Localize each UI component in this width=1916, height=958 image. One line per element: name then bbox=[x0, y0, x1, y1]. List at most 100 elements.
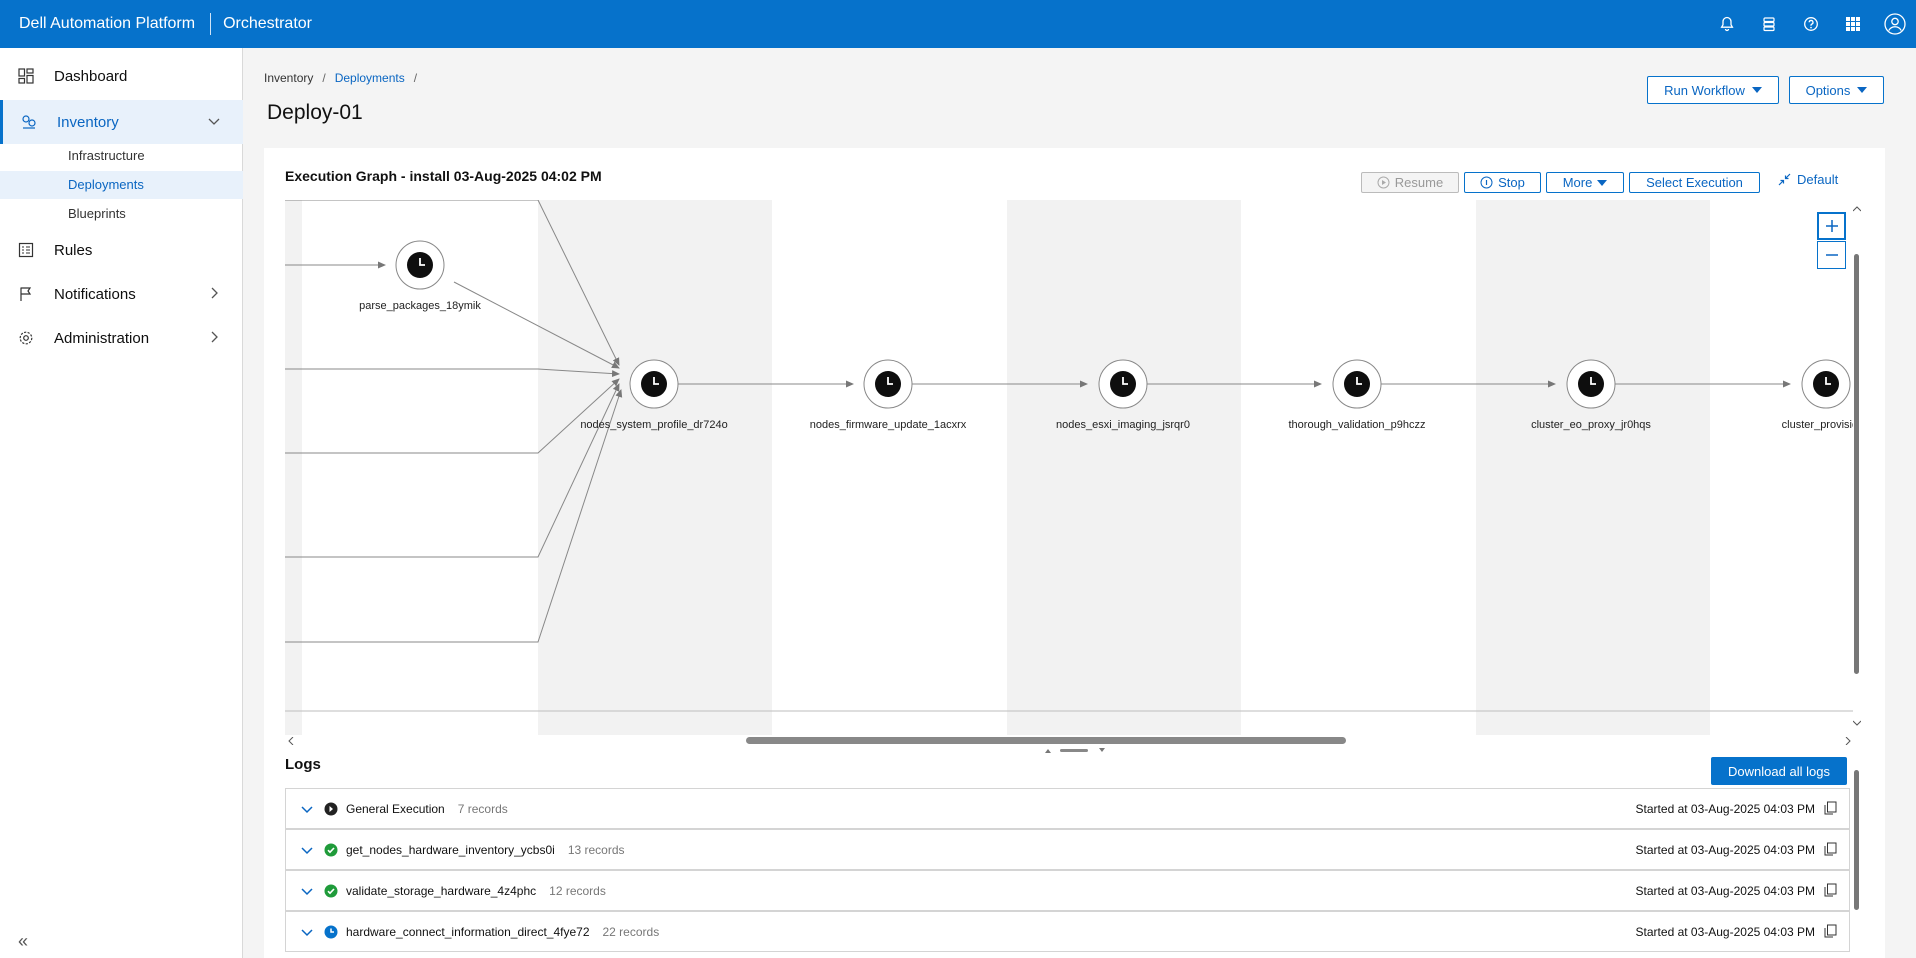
default-view-label: Default bbox=[1797, 172, 1839, 187]
scroll-up-icon bbox=[1853, 206, 1861, 212]
column-band bbox=[538, 200, 772, 735]
select-execution-button[interactable]: Select Execution bbox=[1629, 172, 1760, 193]
log-row[interactable]: get_nodes_hardware_inventory_ycbs0i 13 r… bbox=[285, 829, 1850, 870]
header-actions bbox=[1706, 0, 1916, 48]
dashboard-icon bbox=[18, 68, 34, 84]
chevron-down-icon[interactable] bbox=[300, 802, 314, 816]
node-label: cluster_eo_proxy_jr0hqs bbox=[1531, 419, 1651, 431]
sidebar: Dashboard Inventory Infrastructure Deplo… bbox=[0, 48, 243, 958]
chevron-down-icon[interactable] bbox=[300, 925, 314, 939]
scrollbar-thumb[interactable] bbox=[1854, 254, 1859, 674]
collapse-sidebar-icon[interactable]: « bbox=[18, 931, 28, 952]
sidebar-item-label: Dashboard bbox=[54, 67, 128, 85]
graph-node-parse-packages[interactable] bbox=[395, 240, 445, 290]
log-record-count: 13 records bbox=[567, 842, 625, 857]
sidebar-item-administration[interactable]: Administration bbox=[0, 316, 243, 360]
execution-graph[interactable]: parse_packages_18ymik nodes_system_profi… bbox=[285, 200, 1853, 735]
node-label: nodes_esxi_imaging_jsrqr0 bbox=[1056, 419, 1190, 431]
play-icon bbox=[1377, 176, 1390, 189]
sidebar-item-label: Inventory bbox=[57, 113, 119, 131]
column-band bbox=[1476, 200, 1710, 735]
node-label: nodes_firmware_update_1acxrx bbox=[809, 419, 967, 431]
breadcrumb-separator: / bbox=[322, 71, 326, 85]
graph-vertical-scrollbar[interactable] bbox=[1853, 206, 1861, 726]
chevron-down-icon[interactable] bbox=[300, 884, 314, 898]
bell-icon[interactable] bbox=[1706, 0, 1748, 48]
sidebar-item-notifications[interactable]: Notifications bbox=[0, 272, 243, 316]
graph-canvas bbox=[285, 200, 1853, 735]
run-workflow-button[interactable]: Run Workflow bbox=[1647, 76, 1779, 104]
scroll-left-icon bbox=[288, 737, 294, 745]
download-all-logs-button[interactable]: Download all logs bbox=[1711, 757, 1847, 785]
default-view-button[interactable]: Default bbox=[1778, 172, 1838, 187]
caret-down-icon bbox=[1597, 179, 1608, 186]
copy-icon[interactable] bbox=[1824, 883, 1837, 897]
options-button[interactable]: Options bbox=[1789, 76, 1884, 104]
stop-icon bbox=[1480, 176, 1493, 189]
log-started-at: Started at 03-Aug-2025 04:03 PM bbox=[1635, 883, 1815, 898]
graph-node-thorough-validation[interactable] bbox=[1332, 359, 1382, 409]
stop-button[interactable]: Stop bbox=[1464, 172, 1541, 193]
zoom-out-button[interactable] bbox=[1817, 241, 1846, 269]
graph-node-cluster-provision[interactable] bbox=[1801, 359, 1851, 409]
sidebar-item-label: Administration bbox=[54, 329, 150, 347]
chevron-down-icon[interactable] bbox=[300, 843, 314, 857]
inventory-icon bbox=[22, 115, 36, 129]
graph-node-nodes-firmware-update[interactable] bbox=[863, 359, 913, 409]
scroll-down-icon bbox=[1853, 720, 1861, 726]
zoom-in-button[interactable] bbox=[1817, 212, 1846, 240]
sidebar-subitem-deployments[interactable]: Deployments bbox=[0, 171, 243, 199]
scroll-right-icon bbox=[1845, 737, 1851, 745]
sidebar-item-rules[interactable]: Rules bbox=[0, 228, 243, 272]
success-icon bbox=[324, 884, 338, 897]
help-icon[interactable] bbox=[1790, 0, 1832, 48]
log-step-name: validate_storage_hardware_4z4phc bbox=[346, 883, 537, 898]
resume-label: Resume bbox=[1394, 175, 1444, 190]
log-step-name: hardware_connect_information_direct_4fye… bbox=[346, 924, 590, 939]
column-band bbox=[285, 200, 302, 735]
log-step-name: get_nodes_hardware_inventory_ycbs0i bbox=[346, 842, 555, 857]
sidebar-subitem-blueprints[interactable]: Blueprints bbox=[0, 200, 243, 228]
chevron-right-icon bbox=[211, 331, 218, 343]
user-avatar-icon[interactable] bbox=[1874, 0, 1916, 48]
graph-node-cluster-eo-proxy[interactable] bbox=[1566, 359, 1616, 409]
log-record-count: 7 records bbox=[457, 801, 508, 816]
app-name: Orchestrator bbox=[223, 15, 312, 32]
log-row[interactable]: General Execution 7 records Started at 0… bbox=[285, 788, 1850, 829]
top-header: Dell Automation Platform Orchestrator bbox=[0, 0, 1916, 48]
in-progress-icon bbox=[324, 925, 338, 938]
breadcrumb-deployments-link[interactable]: Deployments bbox=[335, 71, 405, 85]
sidebar-item-label: Notifications bbox=[54, 285, 136, 303]
log-row[interactable]: validate_storage_hardware_4z4phc 12 reco… bbox=[285, 870, 1850, 911]
logs-vertical-scrollbar[interactable] bbox=[1853, 770, 1861, 955]
stack-icon[interactable] bbox=[1748, 0, 1790, 48]
log-row[interactable]: hardware_connect_information_direct_4fye… bbox=[285, 911, 1850, 952]
scrollbar-thumb[interactable] bbox=[746, 737, 1346, 744]
graph-title: Execution Graph - install 03-Aug-2025 04… bbox=[285, 168, 602, 184]
graph-node-nodes-esxi-imaging[interactable] bbox=[1098, 359, 1148, 409]
options-label: Options bbox=[1805, 82, 1851, 98]
run-workflow-label: Run Workflow bbox=[1664, 82, 1745, 98]
sidebar-item-inventory[interactable]: Inventory bbox=[0, 100, 243, 144]
graph-node-nodes-system-profile[interactable] bbox=[629, 359, 679, 409]
resume-button[interactable]: Resume bbox=[1361, 172, 1459, 193]
brand-name[interactable]: Dell Automation Platform bbox=[0, 15, 195, 33]
copy-icon[interactable] bbox=[1824, 842, 1837, 856]
more-label: More bbox=[1562, 175, 1593, 190]
sidebar-subitem-infrastructure[interactable]: Infrastructure bbox=[0, 142, 243, 170]
minus-icon bbox=[1825, 254, 1838, 256]
resize-handle-icon[interactable] bbox=[1045, 745, 1105, 755]
copy-icon[interactable] bbox=[1824, 924, 1837, 938]
caret-down-icon bbox=[1857, 87, 1868, 93]
apps-grid-icon[interactable] bbox=[1832, 0, 1874, 48]
collapse-arrows-icon bbox=[1778, 173, 1791, 186]
scrollbar-thumb[interactable] bbox=[1854, 770, 1859, 910]
breadcrumb-separator: / bbox=[413, 71, 418, 85]
chevron-right-icon bbox=[211, 287, 218, 299]
more-button[interactable]: More bbox=[1546, 172, 1624, 193]
success-icon bbox=[324, 843, 338, 856]
log-step-name: General Execution bbox=[346, 801, 445, 816]
node-label: thorough_validation_p9hczz bbox=[1288, 419, 1426, 431]
copy-icon[interactable] bbox=[1824, 801, 1837, 815]
sidebar-item-dashboard[interactable]: Dashboard bbox=[0, 54, 243, 98]
